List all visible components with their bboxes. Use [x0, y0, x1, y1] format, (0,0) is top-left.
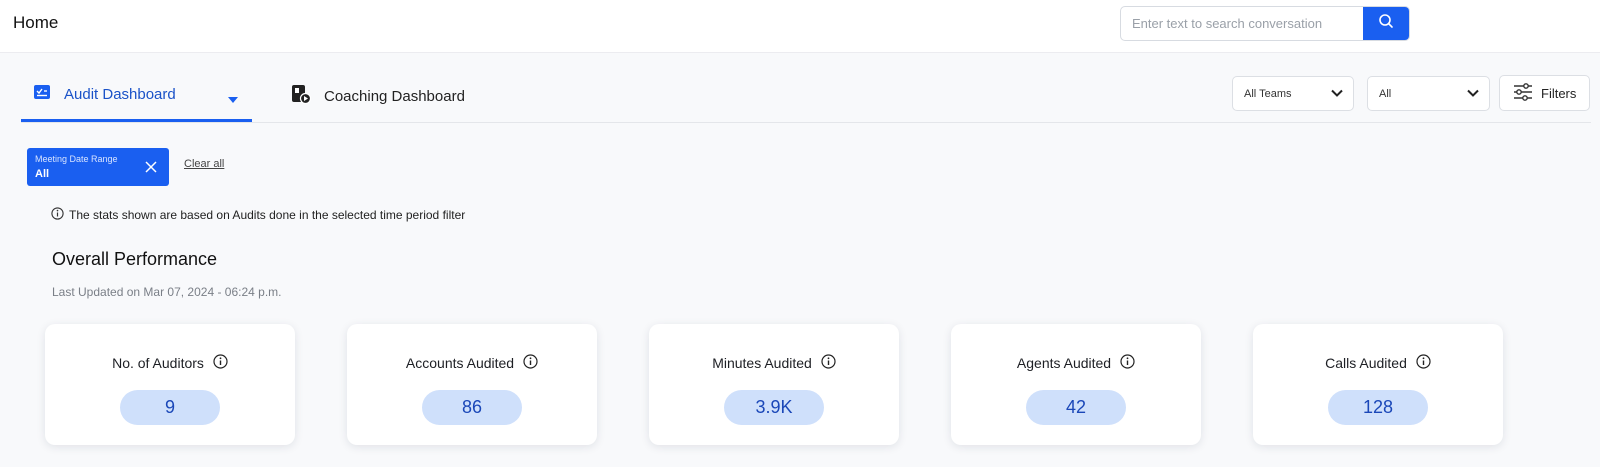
tab-coaching-label: Coaching Dashboard	[324, 87, 465, 105]
stat-card-header: No. of Auditors	[45, 354, 295, 372]
filters-button-label: Filters	[1541, 85, 1577, 101]
checklist-icon	[34, 85, 50, 104]
stat-value-badge: 9	[120, 390, 220, 425]
stat-card-accounts: Accounts Audited 86	[347, 324, 597, 445]
tab-audit-label: Audit Dashboard	[64, 86, 176, 103]
filter-chip-meeting-date[interactable]: Meeting Date Range All	[27, 148, 169, 186]
clear-all-link[interactable]: Clear all	[184, 158, 224, 170]
stat-card-header: Calls Audited	[1253, 354, 1503, 372]
info-icon[interactable]	[213, 354, 228, 372]
filter-chip-title: Meeting Date Range	[35, 154, 118, 164]
stat-card-minutes: Minutes Audited 3.9K	[649, 324, 899, 445]
top-bar: Home	[0, 0, 1600, 53]
stats-info-text: The stats shown are based on Audits done…	[69, 208, 466, 222]
stat-card-label: No. of Auditors	[112, 355, 204, 371]
last-updated-text: Last Updated on Mar 07, 2024 - 06:24 p.m…	[52, 285, 282, 299]
tabs-divider	[21, 122, 1591, 123]
search-button[interactable]	[1363, 7, 1409, 40]
stat-card-label: Agents Audited	[1016, 355, 1112, 371]
search-icon	[1378, 13, 1394, 34]
chevron-down-icon	[1467, 88, 1479, 100]
stat-value-badge: 128	[1328, 390, 1428, 425]
stat-card-auditors: No. of Auditors 9	[45, 324, 295, 445]
info-icon[interactable]	[821, 354, 836, 372]
caret-down-icon[interactable]	[227, 91, 239, 109]
page-title: Home	[13, 13, 59, 32]
coaching-icon	[291, 84, 312, 109]
stat-card-label: Minutes Audited	[712, 355, 812, 371]
stats-info-note: The stats shown are based on Audits done…	[51, 207, 465, 223]
chevron-down-icon	[1331, 88, 1343, 100]
stat-card-header: Agents Audited	[951, 354, 1201, 372]
scope-select[interactable]: All	[1367, 76, 1490, 111]
info-icon[interactable]	[1120, 354, 1135, 372]
stat-card-header: Accounts Audited	[347, 354, 597, 372]
info-icon[interactable]	[1416, 354, 1431, 372]
stat-card-label: Calls Audited	[1325, 355, 1407, 371]
search-input[interactable]	[1121, 7, 1363, 40]
stat-value-badge: 42	[1026, 390, 1126, 425]
close-icon[interactable]	[145, 160, 157, 178]
search-box	[1120, 6, 1410, 41]
info-icon	[51, 207, 64, 223]
stat-card-calls: Calls Audited 128	[1253, 324, 1503, 445]
team-select[interactable]: All Teams	[1232, 76, 1354, 111]
stat-value-badge: 86	[422, 390, 522, 425]
scope-select-value: All	[1379, 87, 1392, 100]
tab-audit-dashboard[interactable]: Audit Dashboard	[21, 70, 252, 122]
stat-card-label: Accounts Audited	[405, 355, 515, 371]
filter-chip-value: All	[35, 168, 50, 180]
info-icon[interactable]	[523, 354, 538, 372]
stat-value-badge: 3.9K	[724, 390, 824, 425]
tab-coaching-dashboard[interactable]: Coaching Dashboard	[291, 70, 491, 122]
team-select-value: All Teams	[1244, 87, 1292, 100]
filters-button[interactable]: Filters	[1499, 75, 1590, 111]
stat-card-header: Minutes Audited	[649, 354, 899, 372]
sliders-icon	[1513, 82, 1533, 104]
overall-performance-title: Overall Performance	[52, 249, 218, 269]
stat-card-agents: Agents Audited 42	[951, 324, 1201, 445]
